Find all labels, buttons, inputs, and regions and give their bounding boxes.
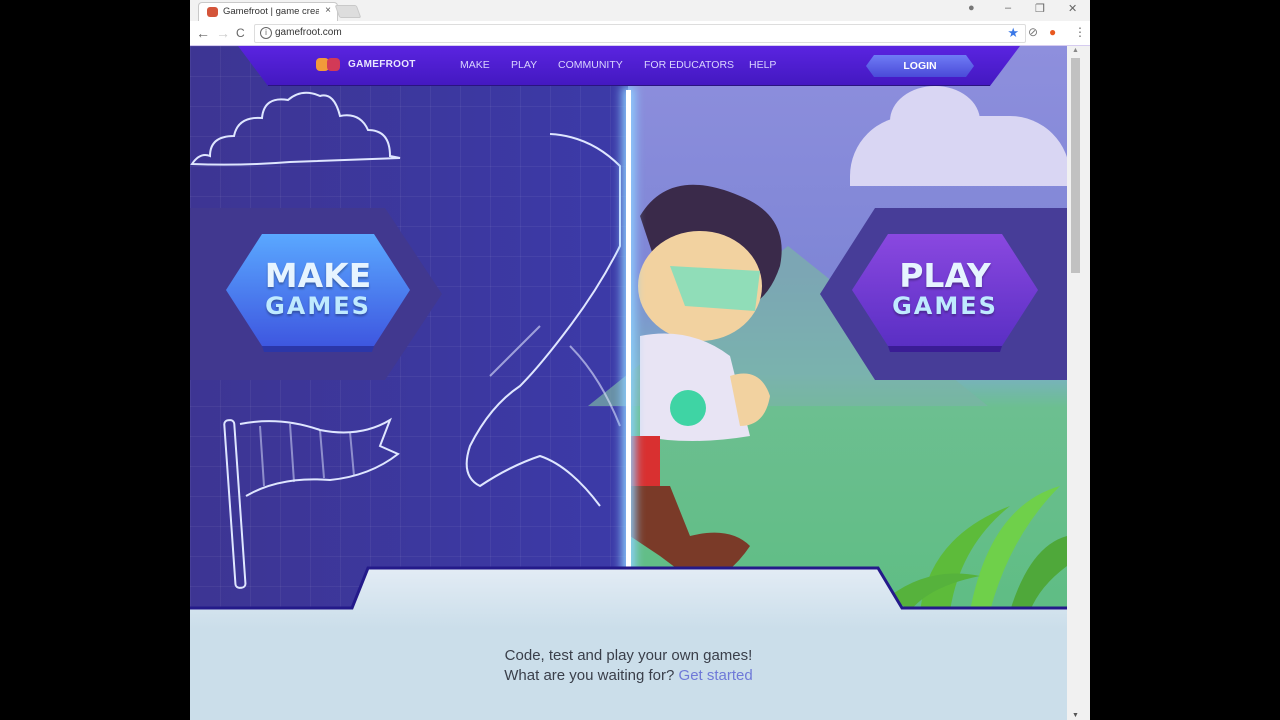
browser-menu-icon[interactable]: ⋮ <box>1074 25 1086 39</box>
tab-close-icon[interactable]: × <box>325 5 331 16</box>
nav-play[interactable]: PLAY <box>511 59 537 71</box>
extension-block-icon[interactable]: ⊘ <box>1028 25 1038 39</box>
nav-community[interactable]: COMMUNITY <box>558 59 623 71</box>
close-window-button[interactable]: ✕ <box>1068 2 1077 15</box>
sky-cloud <box>850 86 1067 186</box>
play-games-button[interactable]: PLAY GAMES <box>852 234 1038 352</box>
browser-toolbar: ← → C i gamefroot.com ★ ⊘ ● ⋮ <box>190 21 1090 46</box>
address-bar[interactable]: i gamefroot.com ★ <box>254 24 1026 43</box>
tab-strip: Gamefroot | game creat × ● – ❐ ✕ <box>190 0 1090 21</box>
minimize-button[interactable]: – <box>1005 2 1011 14</box>
scrollbar-thumb[interactable] <box>1071 58 1080 273</box>
brand-name: GAMEFROOT <box>348 58 416 70</box>
character-illustration <box>630 184 782 586</box>
forward-button[interactable]: → <box>216 25 230 41</box>
nav-for-educators[interactable]: FOR EDUCATORS <box>644 59 734 71</box>
make-games-button[interactable]: MAKE GAMES <box>226 234 410 352</box>
tab-title: Gamefroot | game creat <box>223 6 319 17</box>
sketch-cloud <box>190 91 401 166</box>
extension-orange-icon[interactable]: ● <box>1049 25 1056 39</box>
back-button[interactable]: ← <box>196 25 210 41</box>
restore-button[interactable]: ❐ <box>1035 2 1045 15</box>
bookmark-star-icon[interactable]: ★ <box>1007 25 1019 41</box>
login-label: LOGIN <box>903 60 937 72</box>
get-started-link[interactable]: Get started <box>679 667 753 684</box>
info-icon[interactable]: i <box>260 27 272 39</box>
page-viewport: GAMEFROOT MAKE PLAY COMMUNITY FOR EDUCAT… <box>190 46 1067 720</box>
tagline-line2: What are you waiting for? <box>504 667 675 684</box>
reload-button[interactable]: C <box>236 26 245 40</box>
site-navbar: GAMEFROOT MAKE PLAY COMMUNITY FOR EDUCAT… <box>238 46 1020 86</box>
sketch-character <box>465 133 621 507</box>
portal-divider <box>626 90 631 610</box>
hero-section: GAMEFROOT MAKE PLAY COMMUNITY FOR EDUCAT… <box>190 46 1067 611</box>
tagline: Code, test and play your own games! What… <box>190 646 1067 686</box>
new-tab-button[interactable] <box>334 5 362 18</box>
logo-icon <box>316 56 342 72</box>
nav-make[interactable]: MAKE <box>460 59 490 71</box>
tab-gamefroot[interactable]: Gamefroot | game creat × <box>198 2 338 21</box>
scroll-up-arrow[interactable]: ▲ <box>1072 47 1079 54</box>
url-text[interactable]: gamefroot.com <box>275 27 342 38</box>
nav-help[interactable]: HELP <box>749 59 776 71</box>
tagline-line1: Code, test and play your own games! <box>504 647 753 664</box>
profile-icon[interactable]: ● <box>968 2 975 14</box>
favicon-icon <box>207 7 218 17</box>
make-games-line1: MAKE <box>264 256 372 295</box>
make-games-line2: GAMES <box>265 292 371 320</box>
page-scrollbar[interactable]: ▲ ▼ <box>1067 46 1090 720</box>
login-button[interactable]: LOGIN <box>866 55 974 77</box>
browser-window: Gamefroot | game creat × ● – ❐ ✕ ← → C i… <box>190 0 1090 720</box>
gamefroot-logo[interactable]: GAMEFROOT <box>316 56 416 72</box>
play-games-line2: GAMES <box>892 292 998 320</box>
lower-section-background <box>190 566 1067 720</box>
scroll-down-arrow[interactable]: ▼ <box>1072 712 1079 719</box>
play-games-line1: PLAY <box>899 256 991 295</box>
